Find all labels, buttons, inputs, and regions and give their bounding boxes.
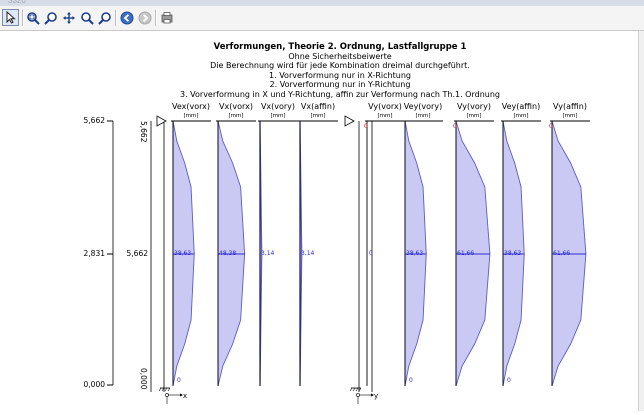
- panel-title: Vx(vorx): [219, 102, 253, 111]
- panel-bottom-value: 0: [507, 377, 511, 384]
- panel-unit: [mm]: [310, 113, 325, 119]
- deformation-panels: Vex(vorx) [mm] 38,63 0 Vx(vorx) [mm] 48,38 Vx(v…: [171, 102, 590, 387]
- toolbar-separator: [155, 10, 157, 26]
- back-button[interactable]: [118, 9, 135, 26]
- move-arrows-icon: [62, 11, 75, 24]
- panel-bottom-value: 0: [177, 377, 181, 384]
- rotated-label-bottom: 0,000: [139, 368, 148, 390]
- header-line: 2. Vorverformung nur in Y-Richtung: [270, 80, 411, 89]
- zoom-in-icon: [80, 11, 94, 25]
- panel-title: Vy(affin): [553, 102, 587, 111]
- panel-top-value: 0: [453, 123, 457, 130]
- top-support-icon-x: [156, 115, 167, 127]
- panel-unit: [mm]: [562, 113, 577, 119]
- panel-max-value: 38,63: [174, 250, 191, 257]
- zoom-in-button[interactable]: [78, 9, 95, 26]
- window-title: 3320: [8, 0, 26, 5]
- print-button[interactable]: [158, 9, 175, 26]
- panel-max-value: 38,63: [504, 250, 521, 257]
- arrow-pointer-icon: [6, 11, 16, 24]
- axis-label-mid: 2,831: [84, 249, 106, 258]
- zoom-out-icon: [97, 11, 111, 25]
- header-line: Die Berechnung wird für jede Kombination…: [210, 61, 470, 70]
- panel-unit: [mm]: [377, 113, 392, 119]
- diagram-title: Verformungen, Theorie 2. Ordnung, Lastfa…: [214, 42, 467, 52]
- panel-unit: [mm]: [270, 113, 285, 119]
- panel-title: Vx(vory): [261, 102, 295, 111]
- pan-button[interactable]: [60, 9, 77, 26]
- back-arrow-icon: [120, 11, 133, 24]
- axis-x-label: x: [183, 392, 187, 400]
- top-support-icon-y: [344, 115, 355, 127]
- panel-title: Vex(vorx): [172, 102, 210, 111]
- pointer-tool-button[interactable]: [2, 9, 19, 26]
- zoom-window-icon: [26, 11, 40, 25]
- panel-title: Vx(affin): [301, 102, 335, 111]
- print-icon: [161, 11, 172, 23]
- zoom-button[interactable]: [42, 9, 59, 26]
- panel-top-value: 0: [549, 123, 553, 130]
- panel-unit: [mm]: [183, 113, 198, 119]
- panel-unit: [mm]: [466, 113, 481, 119]
- panel-unit: [mm]: [228, 113, 243, 119]
- toolbar: [0, 6, 644, 31]
- scroll-edge[interactable]: [638, 31, 644, 411]
- panel-max-value: 3,14: [301, 250, 315, 257]
- axis-label-top: 5,662: [84, 116, 106, 125]
- axis-label-bottom: 0,000: [84, 380, 106, 389]
- rotated-label-top: 5,662: [139, 121, 148, 143]
- panel-top-value: 0: [364, 123, 368, 130]
- header-line: 3. Vorverformung in X und Y-Richtung, af…: [180, 90, 500, 99]
- panel-max-value: 61,66: [553, 250, 570, 257]
- forward-arrow-icon: [138, 11, 151, 24]
- panel-max-value: 3,14: [261, 250, 275, 257]
- panel-title: Vy(vory): [457, 102, 491, 111]
- zoom-out-button[interactable]: [96, 9, 113, 26]
- header-line: 1. Vorverformung nur in X-Richtung: [269, 71, 411, 80]
- panel-title: Vey(affin): [502, 102, 540, 111]
- panel-unit: [mm]: [415, 113, 430, 119]
- panel-max-value: 38,63: [406, 250, 423, 257]
- diagram-canvas: Verformungen, Theorie 2. Ordnung, Lastfa…: [0, 31, 644, 411]
- panel-title: Vy(vorx): [368, 102, 402, 111]
- panel-max-value: 0: [369, 250, 373, 257]
- panel-bottom-value: 0: [409, 377, 413, 384]
- zoom-window-button[interactable]: [24, 9, 41, 26]
- axis-y-label: y: [374, 392, 378, 400]
- magnifier-icon: [43, 11, 57, 25]
- axis-label-height: 5,662: [127, 249, 149, 258]
- hatch-icon: [158, 387, 171, 392]
- toolbar-separator: [115, 10, 117, 26]
- header-line: Ohne Sicherheitsbeiwerte: [288, 52, 391, 61]
- panel-title: Vey(vory): [404, 102, 442, 111]
- panel-max-value: 48,38: [219, 250, 236, 257]
- forward-button[interactable]: [136, 9, 153, 26]
- panel-max-value: 61,66: [457, 250, 474, 257]
- panel-unit: [mm]: [513, 113, 528, 119]
- deformation-diagram: Verformungen, Theorie 2. Ordnung, Lastfa…: [84, 42, 590, 404]
